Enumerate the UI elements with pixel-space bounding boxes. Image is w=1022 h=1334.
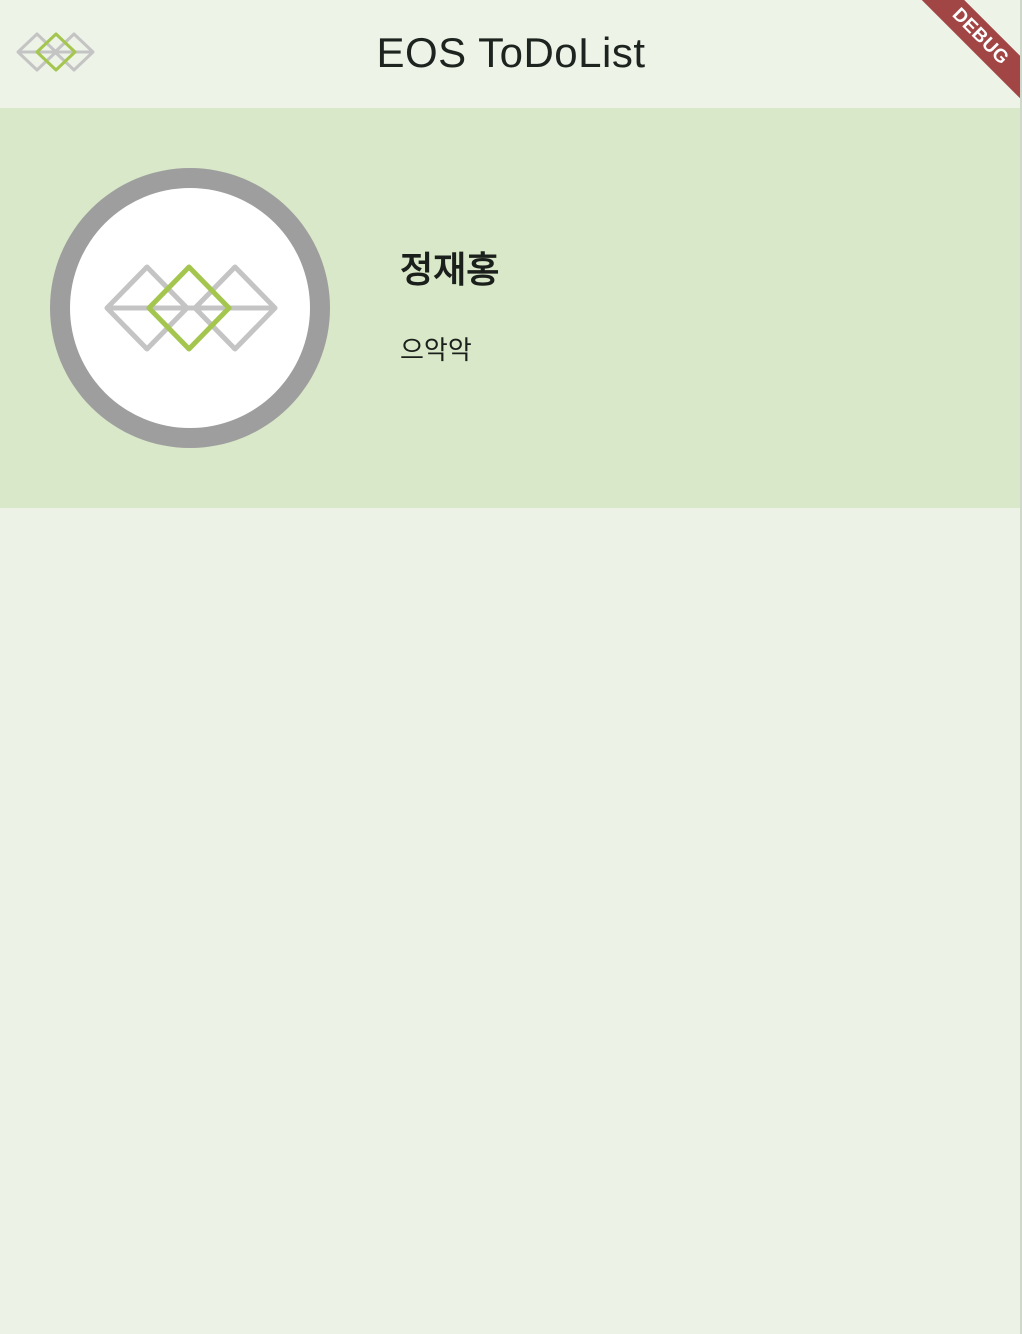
profile-header: 정재홍 으악악 <box>0 108 1022 508</box>
profile-status-message: 으악악 <box>400 336 472 366</box>
profile-name: 정재홍 <box>400 250 500 291</box>
eos-diamond-logo-icon <box>104 264 278 352</box>
avatar-inner-circle <box>70 188 310 428</box>
avatar[interactable] <box>50 168 330 448</box>
app-bar: EOS ToDoList <box>0 0 1022 108</box>
app-title: EOS ToDoList <box>376 29 646 76</box>
